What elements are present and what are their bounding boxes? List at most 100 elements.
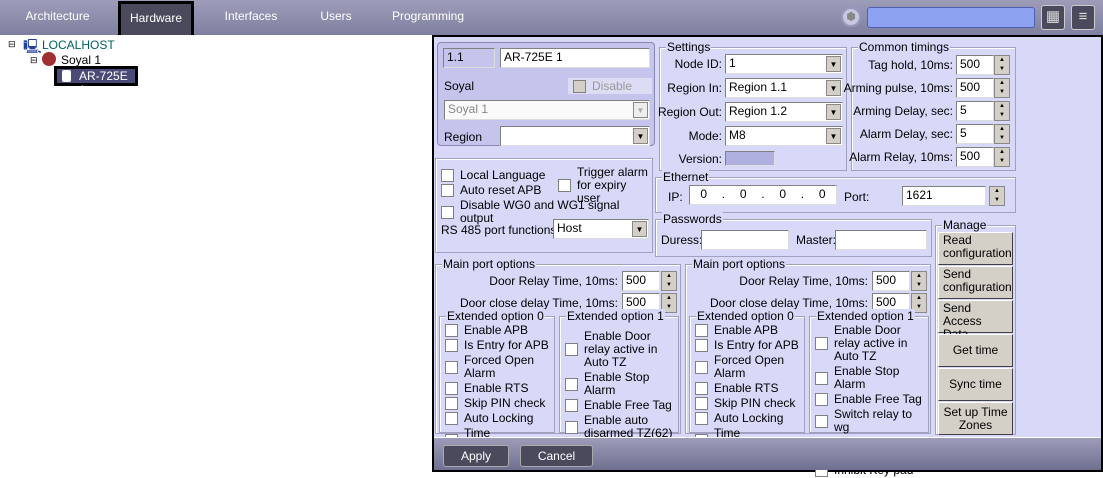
door-relay-spinner[interactable]: ▲ ▼ [661,271,677,291]
option-checkbox[interactable]: Forced Open Alarm [445,353,553,381]
option-checkbox[interactable]: Auto Locking [695,411,803,426]
ip-octet: 0 [779,187,787,201]
door-relay-input[interactable]: 500 [872,271,910,291]
collapse-icon[interactable]: ⊟ [8,39,16,50]
port-input[interactable]: 1621 [902,186,986,206]
checkbox [815,337,828,350]
option-checkbox[interactable]: Enable Stop Alarm [565,370,677,398]
region-select[interactable]: ▼ [500,126,650,146]
soyal-icon [42,52,56,66]
option-checkbox[interactable]: Auto Locking [445,411,553,426]
timing-spinner[interactable]: ▲ ▼ [994,101,1010,121]
option-checkbox[interactable]: Enable Door relay active in Auto TZ [565,329,677,370]
ip-octet: 0 [818,187,826,201]
timing-spinner[interactable]: ▲ ▼ [994,124,1010,144]
mode-value: M8 [729,128,746,142]
region-out-select[interactable]: Region 1.2 ▼ [725,102,843,122]
timing-label: Arming Delay, sec: [853,104,953,118]
option-checkbox[interactable]: Is Entry for APB [695,338,803,353]
object-name-input[interactable]: AR-725E 1 [500,48,650,68]
timing-input[interactable]: 5 [956,124,994,144]
tab-interfaces[interactable]: Interfaces [218,0,284,35]
door-relay-label: Door Relay Time, 10ms: [739,274,868,288]
timing-spinner[interactable]: ▲ ▼ [994,147,1010,167]
parent-label: Soyal [444,79,475,93]
master-input[interactable] [835,230,927,250]
option-checkbox[interactable]: Switch relay to wg [815,407,927,435]
disable-checkbox[interactable]: Disable [568,78,652,94]
door-relay-label: Door Relay Time, 10ms: [489,274,618,288]
option-checkbox[interactable]: Enable Free Tag [565,398,677,413]
door-relay-spinner[interactable]: ▲ ▼ [911,271,927,291]
extended-option-legend: Extended option 0 [446,309,545,323]
timing-input[interactable]: 500 [956,55,994,75]
option-checkbox[interactable]: Enable Free Tag [815,392,927,407]
duress-input[interactable] [701,230,789,250]
trigger-alarm-checkbox[interactable]: Trigger alarm for expiry user [558,165,650,206]
timing-spinner[interactable]: ▲ ▼ [994,55,1010,75]
door-relay-input[interactable]: 500 [622,271,660,291]
checkbox [815,414,828,428]
timing-input[interactable]: 500 [956,78,994,98]
tab-architecture[interactable]: Architecture [20,0,95,35]
rs485-select[interactable]: Host ▼ [553,219,649,239]
option-checkbox[interactable]: Enable APB [695,323,803,338]
read-configuration-button[interactable]: Read configuration [938,232,1013,265]
checkbox-label: Forced Open Alarm [464,353,535,380]
option-checkbox[interactable]: Forced Open Alarm [695,353,803,381]
timing-spinner[interactable]: ▲ ▼ [994,78,1010,98]
sync-time-button[interactable]: Sync time [938,368,1013,401]
extended-option-legend: Extended option 1 [566,309,665,323]
mode-select[interactable]: M8 ▼ [725,126,843,146]
option-checkbox[interactable]: Is Entry for APB [445,338,553,353]
settings-legend: Settings [666,40,712,54]
layout-grid-icon[interactable]: ▦ [1041,5,1065,30]
checkbox-label: Auto Locking [714,411,784,425]
checkbox [558,179,571,192]
set-up-time-zones-button[interactable]: Set up Time Zones [938,402,1013,435]
ip-input[interactable]: 0.0.0.0 [689,185,837,205]
region-in-select[interactable]: Region 1.1 ▼ [725,78,843,98]
option-checkbox[interactable]: Skip PIN check [445,396,553,411]
duress-label: Duress: [661,233,703,247]
collapse-icon[interactable]: ⊟ [30,55,38,66]
port-spinner[interactable]: ▲ ▼ [989,186,1005,206]
cancel-button[interactable]: Cancel [520,445,593,467]
tab-hardware[interactable]: Hardware [118,1,194,38]
settings-group: Settings Node ID: 1 ▼ Region In: Region 1… [658,40,847,171]
checkbox-label: Enable Free Tag [584,398,672,412]
timing-input[interactable]: 500 [956,147,994,167]
option-checkbox[interactable]: Enable Stop Alarm [815,364,927,392]
tab-programming[interactable]: Programming [390,0,466,35]
checkbox-label: Enable Door relay active in Auto TZ [584,329,658,369]
checkbox [445,324,458,337]
tree-node-localhost[interactable]: LOCALHOST [42,38,115,52]
tree-node-soyal[interactable]: Soyal 1 [61,53,101,67]
tab-users[interactable]: Users [316,0,356,35]
send-access-data-button[interactable]: Send Access Data [938,300,1013,341]
manage-group: Manage Read configuration Send configura… [935,218,1016,435]
option-checkbox[interactable]: Enable RTS [445,381,553,396]
get-time-button[interactable]: Get time [938,334,1013,367]
search-input[interactable] [867,7,1035,28]
send-configuration-button[interactable]: Send configuration [938,266,1013,299]
tree-node-controller[interactable]: AR-725E 1 [54,66,138,97]
menu-icon[interactable]: ≡ [1071,5,1095,30]
tree-node-label: AR-725E 1 [79,69,128,97]
common-timings-legend: Common timings [858,40,951,54]
option-checkbox[interactable]: Enable RTS [695,381,803,396]
checkbox-label: Trigger alarm for expiry user [577,165,648,205]
extended-option-group: Extended option 0 Enable APB Is Entry for … [689,309,805,453]
option-checkbox[interactable]: Enable Door relay active in Auto TZ [815,323,927,364]
ip-octet: 0 [700,187,708,201]
apply-button[interactable]: Apply [443,445,509,467]
gear-icon[interactable]: ⬢ [841,7,861,27]
option-checkbox[interactable]: Skip PIN check [695,396,803,411]
checkbox-label: Enable Stop Alarm [834,364,900,391]
timing-input[interactable]: 5 [956,101,994,121]
option-checkbox[interactable]: Enable APB [445,323,553,338]
checkbox [695,339,708,352]
node-id-select[interactable]: 1 ▼ [725,54,843,74]
region-out-value: Region 1.2 [729,104,788,118]
extended-option-group: Extended option 1 Enable Door relay activ… [809,309,929,477]
